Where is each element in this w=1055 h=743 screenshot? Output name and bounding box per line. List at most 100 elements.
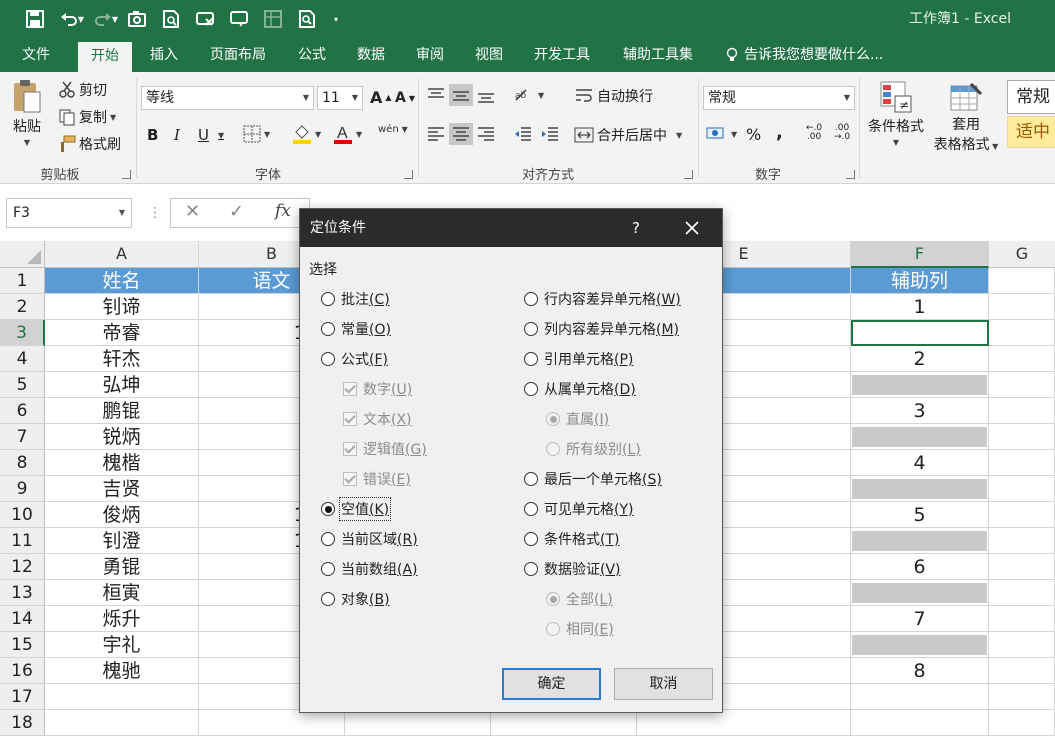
font-color-icon[interactable]: A ▼ [333, 123, 362, 145]
name-cell[interactable]: 轩杰 [45, 346, 199, 372]
row-header[interactable]: 5 [0, 372, 45, 398]
tab-data[interactable]: 数据 [344, 38, 398, 72]
aux-cell[interactable]: 6 [851, 554, 989, 580]
radio-icon[interactable] [524, 322, 538, 336]
option-right-6[interactable]: 最后一个单元格(S) [524, 469, 662, 489]
merge-center-button[interactable]: 合并后居中 ▼ [574, 125, 682, 145]
aux-cell[interactable]: 8 [851, 658, 989, 684]
cell[interactable] [637, 710, 851, 736]
option-right-7[interactable]: 可见单元格(Y) [524, 499, 633, 519]
bold-icon[interactable]: B [147, 126, 158, 144]
tab-file[interactable]: 文件 [0, 38, 72, 72]
header-cell-aux[interactable]: 辅助列 [851, 268, 989, 294]
decrease-decimal-icon[interactable]: .00 →.0 [834, 124, 850, 142]
radio-icon[interactable] [321, 352, 335, 366]
radio-icon[interactable] [321, 592, 335, 606]
name-box[interactable]: F3 ▼ [6, 198, 132, 228]
blank-aux-cell[interactable] [851, 528, 989, 554]
cell[interactable] [989, 502, 1055, 528]
row-header[interactable]: 15 [0, 632, 45, 658]
print-preview-icon[interactable] [154, 0, 188, 38]
aux-cell[interactable]: 1 [851, 294, 989, 320]
font-size-combo[interactable]: 11 ▼ [317, 86, 363, 110]
column-header-f[interactable]: F [851, 241, 989, 268]
row-header[interactable]: 1 [0, 268, 45, 294]
option-left-7[interactable]: 空值(K) [321, 497, 392, 521]
aux-cell[interactable]: 5 [851, 502, 989, 528]
cell[interactable] [45, 684, 199, 710]
cell[interactable] [989, 424, 1055, 450]
undo-dropdown-icon[interactable]: ▼ [76, 0, 86, 38]
radio-icon[interactable] [524, 472, 538, 486]
table-icon[interactable] [256, 0, 290, 38]
row-header[interactable]: 3 [0, 320, 45, 346]
format-painter-button[interactable]: 格式刷 [58, 134, 121, 154]
row-header[interactable]: 13 [0, 580, 45, 606]
name-cell[interactable]: 宇礼 [45, 632, 199, 658]
row-header[interactable]: 16 [0, 658, 45, 684]
insert-function-icon[interactable]: fx [275, 201, 291, 221]
cell[interactable] [345, 710, 491, 736]
cancel-icon[interactable]: ✕ [185, 201, 200, 222]
row-header[interactable]: 8 [0, 450, 45, 476]
name-cell[interactable]: 鹏锟 [45, 398, 199, 424]
customize-qat-icon[interactable]: ▾ [326, 0, 346, 38]
aux-cell[interactable]: 4 [851, 450, 989, 476]
option-right-1[interactable]: 列内容差异单元格(M) [524, 319, 679, 339]
cell[interactable] [851, 684, 989, 710]
cell[interactable] [989, 268, 1055, 294]
wrap-text-button[interactable]: 自动换行 [574, 86, 653, 106]
tab-developer[interactable]: 开发工具 [522, 38, 602, 72]
cell[interactable] [989, 372, 1055, 398]
redo-icon[interactable] [86, 0, 120, 38]
decrease-indent-icon[interactable] [513, 125, 533, 143]
cell[interactable] [989, 632, 1055, 658]
percent-icon[interactable]: % [746, 125, 761, 144]
tab-review[interactable]: 审阅 [403, 38, 457, 72]
radio-icon[interactable] [524, 292, 538, 306]
cell[interactable] [989, 684, 1055, 710]
cell[interactable] [989, 398, 1055, 424]
cell[interactable] [989, 450, 1055, 476]
borders-icon[interactable]: ▼ [243, 125, 270, 143]
cell[interactable] [989, 528, 1055, 554]
enter-icon[interactable]: ✓ [229, 201, 244, 222]
comment-icon[interactable] [222, 0, 256, 38]
option-left-1[interactable]: 常量(O) [321, 319, 391, 339]
name-cell[interactable]: 俊炳 [45, 502, 199, 528]
cell[interactable] [45, 710, 199, 736]
option-right-9[interactable]: 数据验证(V) [524, 559, 621, 579]
style-neutral-cell[interactable]: 适中 [1007, 116, 1055, 148]
tab-formulas[interactable]: 公式 [285, 38, 339, 72]
aux-cell[interactable]: 2 [851, 346, 989, 372]
name-cell[interactable]: 钊澄 [45, 528, 199, 554]
radio-icon[interactable] [524, 562, 538, 576]
row-header[interactable]: 9 [0, 476, 45, 502]
align-center-icon[interactable] [449, 123, 473, 145]
name-cell[interactable]: 锐炳 [45, 424, 199, 450]
cell[interactable] [989, 346, 1055, 372]
tab-home[interactable]: 开始 [78, 42, 132, 72]
tab-page-layout[interactable]: 页面布局 [198, 38, 278, 72]
name-cell[interactable]: 槐驰 [45, 658, 199, 684]
blank-aux-cell[interactable] [851, 580, 989, 606]
option-right-3[interactable]: 从属单元格(D) [524, 379, 636, 399]
cell[interactable] [989, 554, 1055, 580]
fill-color-icon[interactable]: ▼ [292, 123, 321, 145]
radio-icon[interactable] [524, 502, 538, 516]
help-button[interactable]: ? [632, 209, 640, 247]
align-top-icon[interactable] [426, 86, 446, 104]
column-header-a[interactable]: A [45, 241, 199, 268]
tab-insert[interactable]: 插入 [137, 38, 191, 72]
decrease-font-icon[interactable]: A ▼ [395, 90, 415, 106]
option-left-2[interactable]: 公式(F) [321, 349, 388, 369]
increase-decimal-icon[interactable]: ←.0.00 [806, 124, 822, 142]
row-header[interactable]: 11 [0, 528, 45, 554]
align-middle-icon[interactable] [449, 84, 473, 106]
header-cell-name[interactable]: 姓名 [45, 268, 199, 294]
aux-cell[interactable]: 3 [851, 398, 989, 424]
row-header[interactable]: 12 [0, 554, 45, 580]
blank-aux-cell[interactable] [851, 424, 989, 450]
option-right-2[interactable]: 引用单元格(P) [524, 349, 633, 369]
radio-icon[interactable] [524, 382, 538, 396]
